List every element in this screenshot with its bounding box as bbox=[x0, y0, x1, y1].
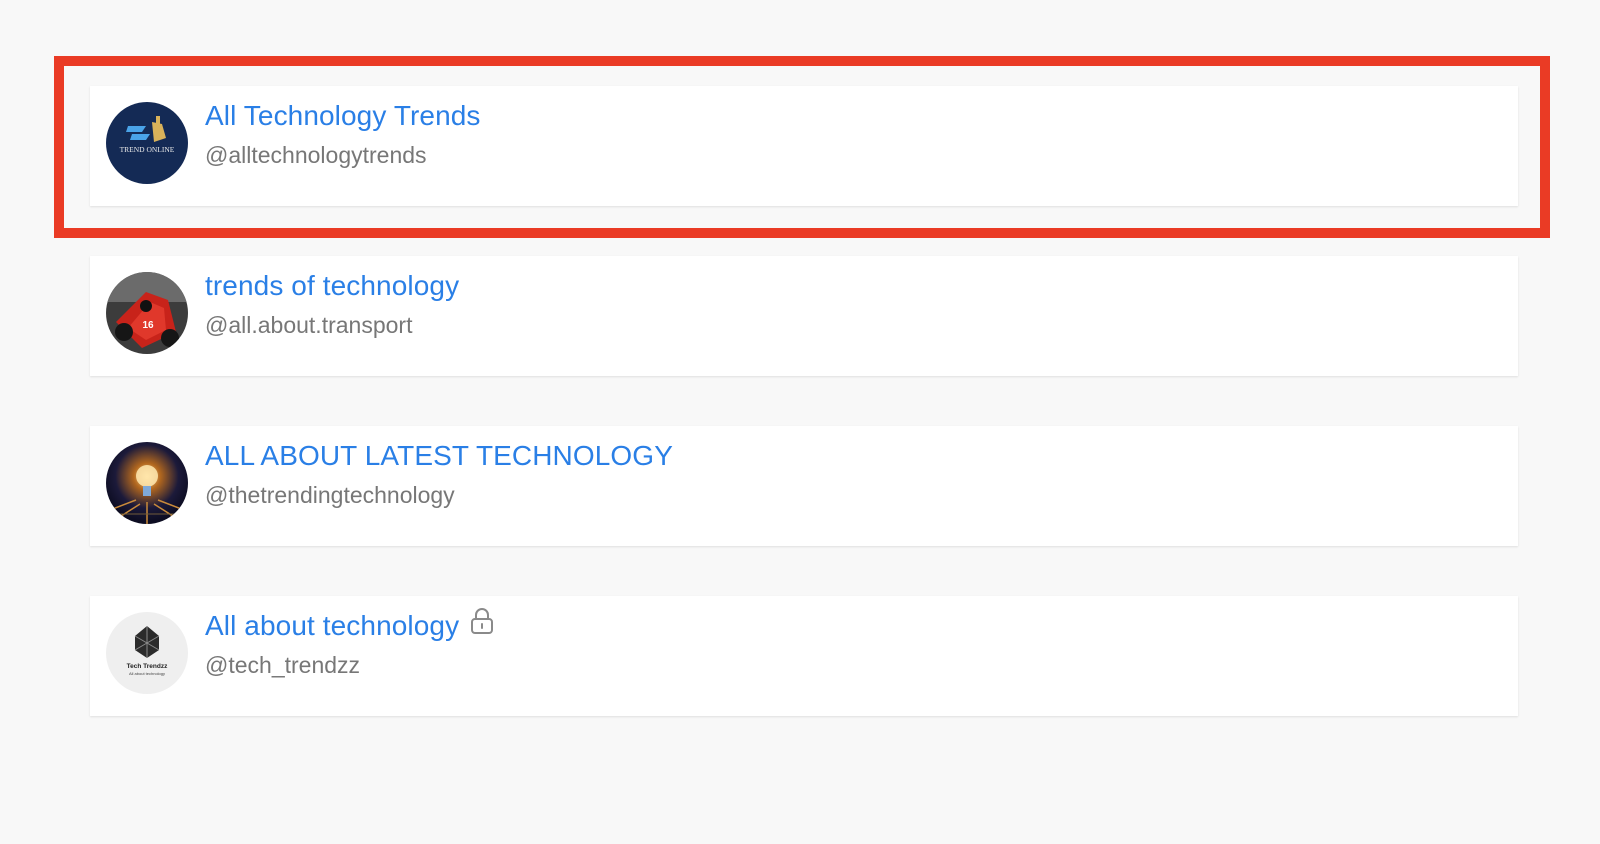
lock-icon bbox=[469, 607, 495, 635]
tech-trendzz-logo-icon: Tech Trendzz All about technology bbox=[106, 612, 188, 694]
avatar-text: Tech Trendzz bbox=[127, 663, 168, 670]
name-row: All about technology bbox=[205, 607, 495, 642]
trend-online-logo-icon: TREND ONLINE bbox=[106, 102, 188, 184]
name-row: All Technology Trends bbox=[205, 100, 481, 132]
account-handle: @thetrendingtechnology bbox=[205, 482, 455, 508]
avatar-text: TREND ONLINE bbox=[120, 145, 175, 154]
avatar[interactable]: Tech Trendzz All about technology bbox=[106, 612, 188, 694]
account-handle: @all.about.transport bbox=[205, 312, 413, 338]
avatar[interactable] bbox=[106, 442, 188, 524]
name-row: ALL ABOUT LATEST TECHNOLOGY bbox=[205, 440, 673, 472]
account-card[interactable]: Tech Trendzz All about technology All ab… bbox=[90, 596, 1518, 716]
account-name-link[interactable]: trends of technology bbox=[205, 270, 459, 302]
name-row: trends of technology bbox=[205, 270, 459, 302]
account-name-link[interactable]: All Technology Trends bbox=[205, 100, 481, 132]
account-card[interactable]: 16 trends of technology @all.about.trans… bbox=[90, 256, 1518, 376]
account-card[interactable]: TREND ONLINE All Technology Trends @allt… bbox=[90, 86, 1518, 206]
avatar[interactable]: TREND ONLINE bbox=[106, 102, 188, 184]
account-name-link[interactable]: ALL ABOUT LATEST TECHNOLOGY bbox=[205, 440, 673, 472]
account-name-link[interactable]: All about technology bbox=[205, 610, 459, 642]
lightbulb-circuit-photo-icon bbox=[106, 442, 188, 524]
avatar-subtext: All about technology bbox=[129, 671, 165, 676]
race-car-photo-icon: 16 bbox=[106, 272, 188, 354]
avatar[interactable]: 16 bbox=[106, 272, 188, 354]
account-handle: @alltechnologytrends bbox=[205, 142, 427, 168]
account-card[interactable]: ALL ABOUT LATEST TECHNOLOGY @thetrending… bbox=[90, 426, 1518, 546]
account-list: TREND ONLINE All Technology Trends @allt… bbox=[90, 86, 1518, 766]
account-handle: @tech_trendzz bbox=[205, 652, 361, 678]
avatar-text: 16 bbox=[142, 320, 154, 331]
